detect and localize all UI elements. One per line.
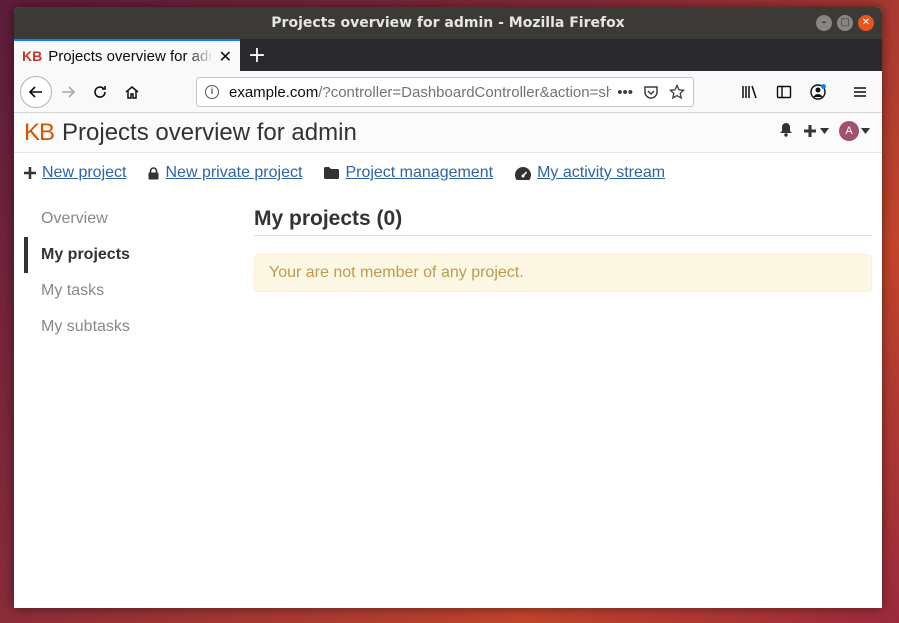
url-host: example.com xyxy=(229,83,319,101)
window-controls: – □ ✕ xyxy=(816,15,874,31)
action-project-management[interactable]: Project management xyxy=(324,164,493,182)
activity-stream-link[interactable]: My activity stream xyxy=(537,164,665,182)
title-bar: Projects overview for admin - Mozilla Fi… xyxy=(14,7,882,39)
lock-icon xyxy=(148,166,159,179)
navigation-bar: i example.com/?controller=DashboardContr… xyxy=(14,71,882,113)
library-icon xyxy=(742,85,757,99)
empty-projects-alert: Your are not member of any project. xyxy=(254,254,872,292)
toolbar-right xyxy=(734,76,876,108)
menu-button[interactable] xyxy=(844,76,876,108)
tab-projects-overview[interactable]: KB Projects overview for admin ✕ xyxy=(14,39,240,71)
avatar: A xyxy=(839,121,859,141)
tab-title: Projects overview for admin xyxy=(48,47,212,65)
window-title: Projects overview for admin - Mozilla Fi… xyxy=(271,15,625,31)
page-title: Projects overview for admin xyxy=(62,118,357,146)
page-actions-icon[interactable]: ••• xyxy=(617,84,633,101)
sidebar-item-my-subtasks[interactable]: My subtasks xyxy=(24,309,254,345)
action-activity-stream[interactable]: My activity stream xyxy=(515,164,665,182)
account-icon xyxy=(810,84,826,100)
section-title: My projects (0) xyxy=(254,207,872,236)
pocket-icon[interactable] xyxy=(643,84,659,100)
caret-down-icon xyxy=(861,128,870,134)
site-info-icon[interactable]: i xyxy=(205,85,219,99)
action-new-project[interactable]: New project xyxy=(24,164,126,182)
header-right: A xyxy=(779,121,870,141)
home-icon xyxy=(125,85,139,99)
kanboard-favicon-icon: KB xyxy=(22,48,43,64)
sidebar-item-my-projects[interactable]: My projects xyxy=(24,237,254,273)
dashboard-actions: New project New private project Project … xyxy=(14,153,882,193)
project-management-link[interactable]: Project management xyxy=(345,164,493,182)
back-arrow-icon xyxy=(28,85,42,98)
url-text[interactable]: example.com/?controller=DashboardControl… xyxy=(229,84,611,101)
maximize-icon[interactable]: □ xyxy=(837,15,853,31)
reload-icon xyxy=(94,85,106,98)
dashboard-icon xyxy=(515,166,532,180)
home-button[interactable] xyxy=(116,76,148,108)
create-dropdown[interactable] xyxy=(803,124,829,138)
tab-close-icon[interactable]: ✕ xyxy=(219,47,232,66)
kanboard-logo[interactable]: KB xyxy=(24,119,55,147)
back-button[interactable] xyxy=(20,75,52,108)
browser-window: Projects overview for admin - Mozilla Fi… xyxy=(14,7,882,608)
dashboard-content: Overview My projects My tasks My subtask… xyxy=(14,193,882,345)
forward-arrow-icon xyxy=(62,85,76,98)
hamburger-menu-icon xyxy=(854,87,866,97)
folder-icon xyxy=(324,167,340,179)
caret-down-icon xyxy=(820,128,829,134)
forward-button[interactable] xyxy=(52,76,84,108)
user-dropdown[interactable]: A xyxy=(839,121,870,141)
new-project-link[interactable]: New project xyxy=(42,164,126,182)
url-bar[interactable]: i example.com/?controller=DashboardContr… xyxy=(196,77,694,107)
dashboard-sidebar: Overview My projects My tasks My subtask… xyxy=(14,201,254,345)
reload-button[interactable] xyxy=(84,76,116,108)
plus-icon xyxy=(804,125,816,137)
sidebar-toggle-icon xyxy=(776,85,792,99)
sidebar-item-overview[interactable]: Overview xyxy=(24,201,254,237)
sidebar-button[interactable] xyxy=(768,76,800,108)
app-header: KB Projects overview for admin A xyxy=(14,113,882,153)
account-button[interactable] xyxy=(802,76,834,108)
url-path: /?controller=DashboardController&action=… xyxy=(318,83,612,101)
library-button[interactable] xyxy=(734,76,766,108)
bookmark-star-icon[interactable] xyxy=(669,84,685,100)
main-panel: My projects (0) Your are not member of a… xyxy=(254,201,882,345)
new-private-project-link[interactable]: New private project xyxy=(165,164,302,182)
sidebar-item-my-tasks[interactable]: My tasks xyxy=(24,273,254,309)
tab-strip: KB Projects overview for admin ✕ + xyxy=(14,39,882,71)
plus-icon xyxy=(24,167,36,179)
action-new-private-project[interactable]: New private project xyxy=(148,164,302,182)
notifications-bell-icon[interactable] xyxy=(779,122,793,141)
close-window-icon[interactable]: ✕ xyxy=(858,15,874,31)
url-actions: ••• xyxy=(617,84,685,101)
new-tab-button[interactable]: + xyxy=(240,39,274,71)
minimize-icon[interactable]: – xyxy=(816,15,832,31)
